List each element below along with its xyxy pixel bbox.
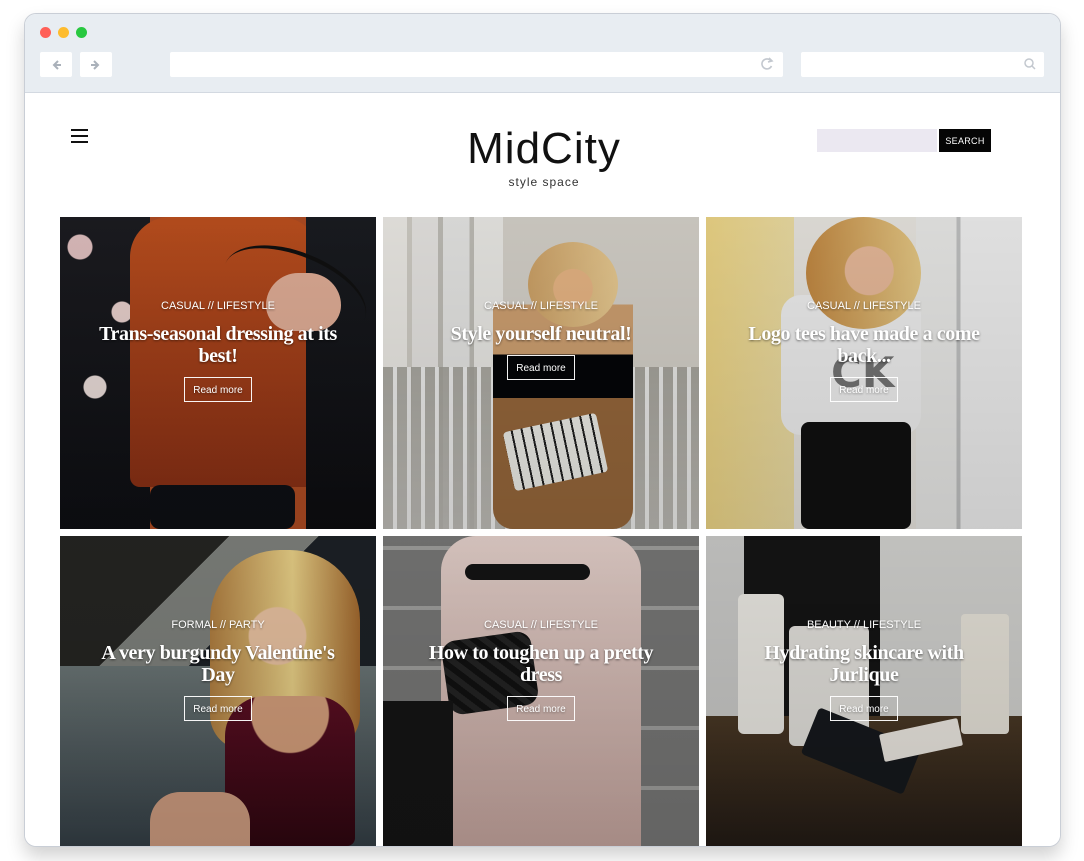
minimize-window-dot[interactable] — [58, 27, 69, 38]
reload-icon[interactable] — [760, 57, 774, 71]
browser-search-field[interactable] — [801, 52, 1044, 77]
right-arrow-icon — [91, 59, 100, 70]
post-card-3[interactable]: CK CASUAL // LIFESTYLE Logo tees have ma… — [706, 217, 1022, 529]
site-search-input[interactable] — [817, 129, 937, 152]
post-image-3: CK — [706, 217, 1022, 529]
read-more-button[interactable]: Read more — [507, 696, 575, 721]
browser-chrome — [25, 14, 1060, 93]
read-more-button[interactable]: Read more — [507, 355, 575, 380]
site-logo[interactable]: MidCity style space — [403, 127, 685, 197]
post-image-6 — [706, 536, 1022, 846]
read-more-button[interactable]: Read more — [184, 377, 252, 402]
site-search-form: SEARCH — [817, 129, 991, 152]
post-card-4[interactable]: FORMAL // PARTY A very burgundy Valentin… — [60, 536, 376, 846]
menu-line-top — [71, 129, 88, 131]
post-image-1 — [60, 217, 376, 529]
post-image-4 — [60, 536, 376, 846]
left-arrow-icon — [52, 59, 61, 70]
read-more-button[interactable]: Read more — [184, 696, 252, 721]
address-bar[interactable] — [170, 52, 783, 77]
maximize-window-dot[interactable] — [76, 27, 87, 38]
search-button[interactable]: SEARCH — [939, 129, 991, 152]
post-card-5[interactable]: CASUAL // LIFESTYLE How to toughen up a … — [383, 536, 699, 846]
post-card-6[interactable]: BEAUTY // LIFESTYLE Hydrating skincare w… — [706, 536, 1022, 846]
read-more-button[interactable]: Read more — [830, 377, 898, 402]
post-image-5 — [383, 536, 699, 846]
back-button[interactable] — [40, 52, 72, 77]
brand-tagline: style space — [508, 175, 580, 189]
read-more-button[interactable]: Read more — [830, 696, 898, 721]
midcity-page: MidCity style space SEARCH CASUAL // LIF… — [25, 93, 1060, 846]
post-card-1[interactable]: CASUAL // LIFESTYLE Trans-seasonal dress… — [60, 217, 376, 529]
post-card-2[interactable]: CASUAL // LIFESTYLE Style yourself neutr… — [383, 217, 699, 529]
brand-name: MidCity — [467, 124, 621, 173]
post-grid: CASUAL // LIFESTYLE Trans-seasonal dress… — [60, 217, 1022, 846]
browser-window: MidCity style space SEARCH CASUAL // LIF… — [24, 13, 1061, 847]
menu-line-bottom — [71, 141, 88, 143]
hamburger-menu-icon[interactable] — [69, 127, 91, 145]
menu-line-middle — [71, 135, 88, 137]
forward-button[interactable] — [80, 52, 112, 77]
close-window-dot[interactable] — [40, 27, 51, 38]
search-icon[interactable] — [1023, 57, 1037, 71]
